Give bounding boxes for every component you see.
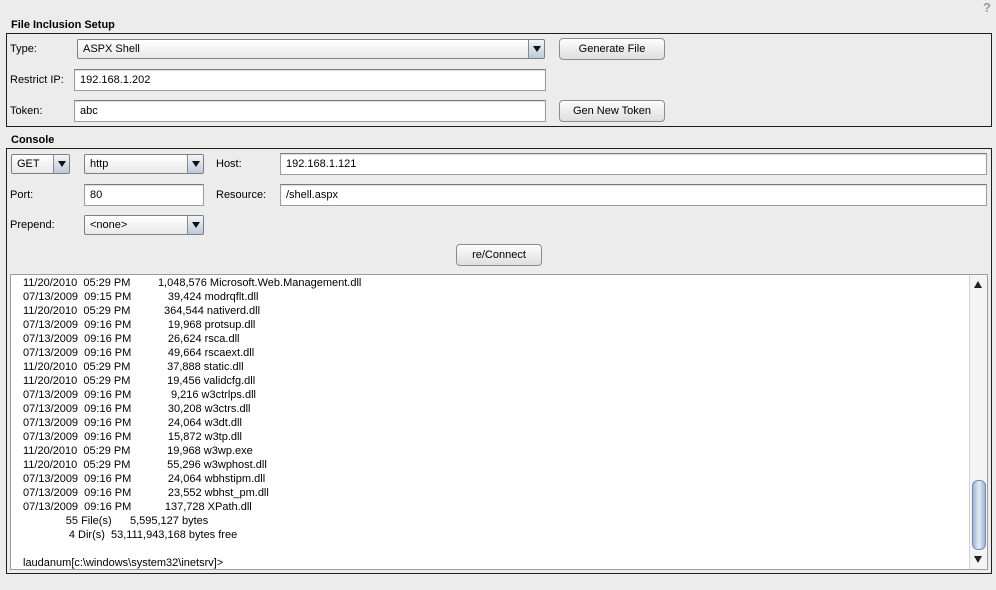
- help-icon[interactable]: ?: [983, 0, 991, 15]
- restrict-ip-label: Restrict IP:: [10, 74, 64, 86]
- protocol-select-value: http: [90, 158, 109, 170]
- scroll-up-icon[interactable]: [974, 281, 982, 288]
- chevron-down-icon[interactable]: [187, 155, 203, 173]
- file-inclusion-title: File Inclusion Setup: [11, 19, 115, 31]
- port-label: Port:: [10, 189, 34, 201]
- type-select[interactable]: ASPX Shell: [77, 39, 545, 59]
- resource-label: Resource:: [216, 189, 267, 201]
- console-scrollbar[interactable]: [969, 275, 987, 569]
- method-select[interactable]: GET: [11, 154, 70, 174]
- type-label: Type:: [10, 43, 37, 55]
- resource-input[interactable]: /shell.aspx: [280, 184, 987, 206]
- scroll-down-icon[interactable]: [974, 556, 982, 563]
- protocol-select[interactable]: http: [84, 154, 204, 174]
- host-input[interactable]: 192.168.1.121: [280, 153, 987, 175]
- console-output-text: 11/20/2010 05:29 PM 1,048,576 Microsoft.…: [23, 277, 362, 569]
- chevron-down-icon[interactable]: [53, 155, 69, 173]
- console-title: Console: [11, 134, 55, 146]
- token-input[interactable]: abc: [74, 100, 546, 122]
- token-label: Token:: [10, 105, 43, 117]
- chevron-down-icon[interactable]: [187, 216, 203, 234]
- port-input[interactable]: 80: [84, 184, 204, 206]
- prepend-select-value: <none>: [90, 219, 128, 231]
- method-select-value: GET: [17, 158, 40, 170]
- restrict-ip-input[interactable]: 192.168.1.202: [74, 69, 546, 91]
- chevron-down-icon[interactable]: [528, 40, 544, 58]
- prepend-label: Prepend:: [10, 219, 55, 231]
- type-select-value: ASPX Shell: [83, 43, 140, 55]
- host-label: Host:: [216, 158, 242, 170]
- prepend-select[interactable]: <none>: [84, 215, 204, 235]
- console-output[interactable]: 11/20/2010 05:29 PM 1,048,576 Microsoft.…: [10, 274, 988, 570]
- gen-new-token-button[interactable]: Gen New Token: [559, 100, 665, 122]
- reconnect-button[interactable]: re/Connect: [456, 244, 542, 266]
- generate-file-button[interactable]: Generate File: [559, 38, 665, 60]
- scrollbar-thumb[interactable]: [972, 480, 986, 550]
